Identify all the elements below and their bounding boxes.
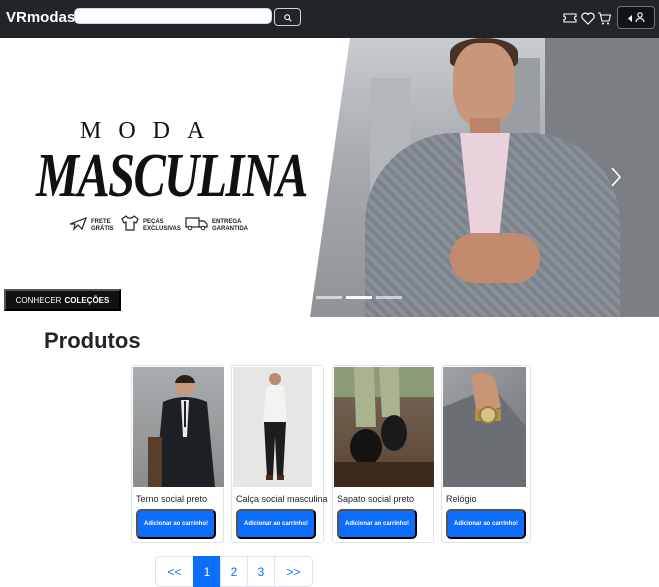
search-button[interactable] <box>274 8 301 26</box>
carousel-next-button[interactable] <box>606 164 626 194</box>
carousel-indicator-1[interactable] <box>316 296 342 299</box>
truck-icon <box>185 215 209 236</box>
chevron-right-icon <box>610 166 622 193</box>
perk-delivery: ENTREGA GARANTIDA <box>185 215 248 236</box>
heart-icon[interactable] <box>580 10 596 26</box>
perk-free-shipping: FRETE GRÁTIS <box>68 215 114 236</box>
shirt-icon <box>120 215 140 236</box>
product-card-watch: Relógio Adicionar ao carrinho! <box>441 365 531 543</box>
product-name: Relógio <box>446 494 477 504</box>
add-to-cart-button[interactable]: Adicionar ao carrinho! <box>446 509 526 539</box>
product-card-pants: Calça social masculina Adicionar ao carr… <box>231 365 328 543</box>
navbar: VRmodas <box>0 0 659 38</box>
hero-headline-large: MASCULINA <box>36 142 308 210</box>
perk-line1: FRETE <box>91 218 111 225</box>
add-to-cart-button[interactable]: Adicionar ao carrinho! <box>337 509 417 539</box>
search-icon <box>283 10 292 25</box>
carousel-indicator-3[interactable] <box>376 296 402 299</box>
pagination-page-2[interactable]: 2 <box>220 556 248 587</box>
product-name: Calça social masculina <box>236 494 328 504</box>
add-to-cart-button[interactable]: Adicionar ao carrinho! <box>136 509 216 539</box>
perk-exclusive: PEÇAS EXCLUSIVAS <box>120 215 181 236</box>
perk-line2: GRÁTIS <box>91 225 114 232</box>
ticket-icon[interactable] <box>562 10 578 26</box>
product-image-watch[interactable] <box>443 367 526 487</box>
perk-line1: PEÇAS <box>143 218 164 225</box>
pagination-next[interactable]: >> <box>274 556 313 587</box>
product-image-shoes[interactable] <box>334 367 434 487</box>
pagination: << 1 2 3 >> <box>155 556 313 587</box>
perk-line2: EXCLUSIVAS <box>143 225 181 232</box>
perk-line1: ENTREGA <box>212 218 242 225</box>
caret-left-icon <box>627 10 632 25</box>
product-name: Terno social preto <box>136 494 208 504</box>
plane-icon <box>68 215 88 236</box>
product-card-shoes: Sapato social preto Adicionar ao carrinh… <box>332 365 434 543</box>
pagination-prev[interactable]: << <box>155 556 194 587</box>
cta-bold: COLEÇÕES <box>64 295 110 305</box>
pagination-page-3[interactable]: 3 <box>247 556 275 587</box>
shop-collections-button[interactable]: CONHECER COLEÇÕES <box>4 289 121 311</box>
cart-icon[interactable] <box>596 10 612 26</box>
brand-logo[interactable]: VRmodas <box>6 9 75 26</box>
product-card-suit: Terno social preto Adicionar ao carrinho… <box>131 365 224 543</box>
search-input[interactable] <box>74 8 272 24</box>
cta-prefix: CONHECER <box>15 295 62 305</box>
hero-carousel: MODA MASCULINA FRETE GRÁTIS PEÇAS EXCLUSIV… <box>0 38 659 317</box>
carousel-indicator-2[interactable] <box>346 296 372 299</box>
add-to-cart-button[interactable]: Adicionar ao carrinho! <box>236 509 316 539</box>
user-icon <box>634 10 645 25</box>
account-button[interactable] <box>617 6 655 29</box>
product-name: Sapato social preto <box>337 494 415 504</box>
products-heading: Produtos <box>44 328 141 353</box>
product-image-pants[interactable] <box>233 367 312 487</box>
product-image-suit[interactable] <box>133 367 224 487</box>
perk-line2: GARANTIDA <box>212 225 248 232</box>
pagination-page-1[interactable]: 1 <box>193 556 221 587</box>
